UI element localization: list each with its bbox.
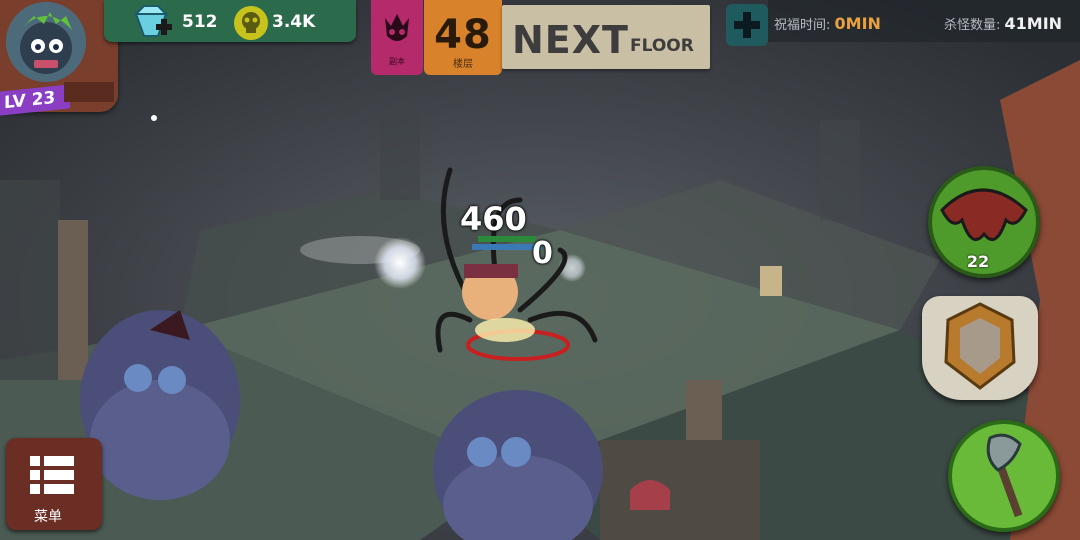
kill-count: 杀怪数量: 41MIN xyxy=(944,14,1062,33)
gem-icon[interactable] xyxy=(128,2,174,40)
skull-coin-icon xyxy=(234,6,268,40)
add-button[interactable] xyxy=(726,4,768,46)
gem-count: 512 xyxy=(182,12,218,32)
plus-icon xyxy=(734,12,760,38)
wings-count: 22 xyxy=(966,252,990,271)
menu-label: 菜单 xyxy=(34,509,62,525)
blessing-time: 祝福时间: 0MIN xyxy=(774,14,881,33)
floor-label: 楼层 xyxy=(453,59,473,70)
kill-count-label: 杀怪数量: xyxy=(944,18,1001,33)
avatar[interactable] xyxy=(6,2,86,82)
axe-attack-button[interactable] xyxy=(948,420,1060,532)
damage-number: 460 xyxy=(460,200,527,238)
damage-number-small: 0 xyxy=(532,236,553,271)
boss-label: 副本 xyxy=(389,57,405,66)
boss-skull-icon xyxy=(385,14,409,41)
avatar-portrait-icon xyxy=(6,2,86,82)
shield-icon xyxy=(944,302,1016,390)
blessing-time-value: 0MIN xyxy=(834,14,881,33)
blessing-time-label: 祝福时间: xyxy=(774,18,831,33)
kill-count-value: 41MIN xyxy=(1004,14,1063,33)
floor-number: 48 xyxy=(434,12,492,58)
next-label: NEXT xyxy=(512,18,629,62)
coin-count: 3.4K xyxy=(272,12,316,32)
shield-skill-button[interactable] xyxy=(922,296,1038,400)
exp-bar xyxy=(64,82,114,102)
menu-grid-icon xyxy=(30,456,74,494)
axe-icon xyxy=(986,433,1023,518)
next-floor-label: FLOOR xyxy=(630,36,694,56)
